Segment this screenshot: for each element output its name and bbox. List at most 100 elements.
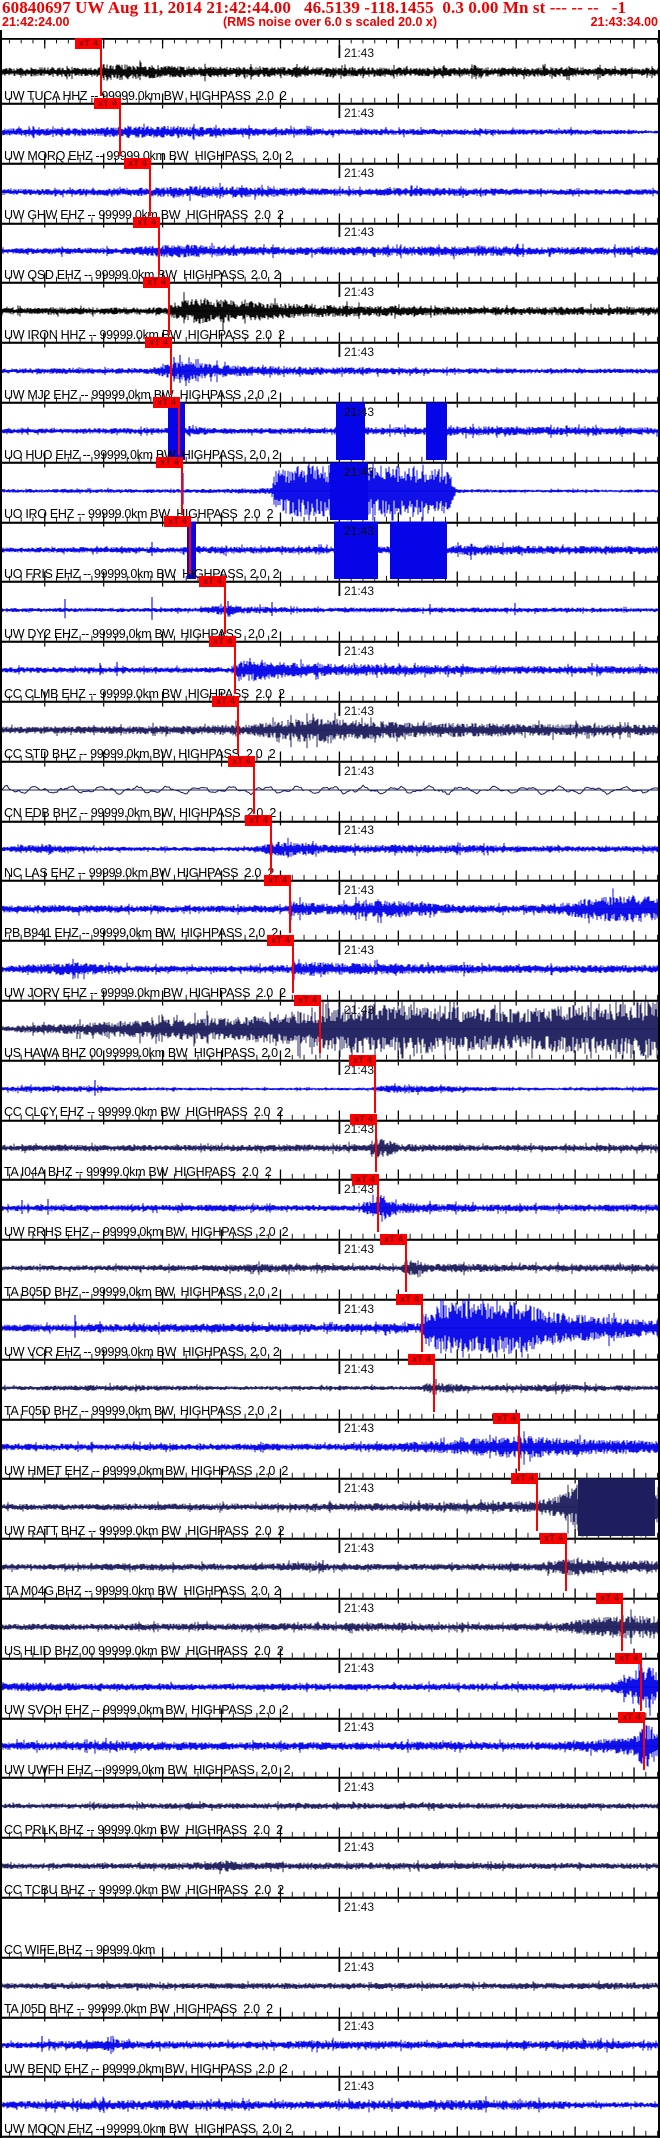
- pick-flag[interactable]: xT 4: [408, 1353, 435, 1365]
- trace-label: UW HMET EHZ -- 99999.0km BW HIGHPASS 2.0…: [4, 1464, 289, 1479]
- pick-flag[interactable]: xT 4: [199, 576, 226, 588]
- trace-label: US HLID BHZ 00 99999.0km BW HIGHPASS 2.0…: [4, 1643, 284, 1658]
- trace-panel[interactable]: 21:43 xT 4 CN EDB BHZ -- 99999.0km BW HIGH…: [0, 755, 660, 823]
- minute-tick-label: 21:43: [344, 2019, 375, 2034]
- trace-panel[interactable]: 21:43 xT 4 UW DY2 EHZ -- 99999.0km BW HIGH…: [0, 576, 660, 643]
- trace-panel[interactable]: 21:43 CC TCBU BHZ -- 99999.0km BW HIGHPAS…: [0, 1839, 660, 1899]
- left-frame: [0, 30, 2, 2138]
- trace-panel[interactable]: 21:43 xT 4 UW MORQ EHZ -- 99999.0km BW HIG…: [0, 97, 660, 165]
- trace-label: CC CLCY EHZ -- 99999.0km BW HIGHPASS 2.0…: [4, 1105, 284, 1120]
- trace-area: 21:43 xT 4 UW TUCA HHZ -- 99999.0km BW HIG…: [0, 0, 660, 2138]
- trace-panel[interactable]: 21:43 xT 4 US HAWA BHZ 00 99999.0km BW HIG…: [0, 994, 660, 1062]
- pick-flag[interactable]: xT 4: [94, 97, 121, 109]
- pick-flag[interactable]: xT 4: [264, 875, 291, 887]
- trace-panel[interactable]: 21:43 xT 4 CC STD BHZ -- 99999.0km BW HIGH…: [0, 695, 660, 763]
- pick-time-line: [421, 1304, 423, 1352]
- trace-panel[interactable]: 21:43 xT 4 UW VCR EHZ -- 99999.0km BW HIGH…: [0, 1293, 660, 1361]
- trace-label: TA M04G BHZ -- 99999.0km BW HIGHPASS 2.0…: [4, 1583, 281, 1598]
- pick-flag[interactable]: xT 4: [267, 935, 294, 946]
- pick-time-line: [536, 1484, 538, 1532]
- pick-flag[interactable]: xT 4: [615, 1652, 642, 1664]
- trace-panel[interactable]: 21:43 UW MOQN EHZ -- 99999.0km BW HIGHPAS…: [0, 2078, 660, 2138]
- pick-flag[interactable]: xT 4: [133, 217, 160, 229]
- pick-flag[interactable]: xT 4: [352, 1174, 379, 1186]
- minute-tick-label: 21:43: [344, 1600, 375, 1615]
- pick-flag[interactable]: xT 4: [540, 1533, 567, 1544]
- trace-panel[interactable]: 21:43 xT 4 UO IRO EHZ -- 99999.0km BW HIGH…: [0, 456, 660, 524]
- pick-flag[interactable]: xT 4: [618, 1712, 645, 1724]
- minute-tick-label: 21:43: [344, 1242, 375, 1256]
- trace-label: UW SVOH EHZ -- 99999.0km BW HIGHPASS 2.0…: [4, 1703, 289, 1718]
- trace-panel[interactable]: 21:43 CC WIFE BHZ -- 99999.0km: [0, 1898, 660, 1959]
- pick-flag[interactable]: xT 4: [164, 516, 191, 528]
- pick-time-line: [234, 647, 236, 694]
- pick-flag[interactable]: xT 4: [396, 1293, 423, 1305]
- minute-tick-label: 21:43: [344, 1481, 375, 1496]
- pick-flag[interactable]: xT 4: [228, 755, 255, 767]
- pick-flag[interactable]: xT 4: [212, 695, 239, 707]
- minute-tick-label: 21:43: [344, 225, 375, 240]
- pick-flag[interactable]: xT 4: [245, 815, 272, 827]
- trace-panel[interactable]: 21:43 xT 4 PB B941 EHZ -- 99999.0km BW HIG…: [0, 875, 660, 942]
- pick-flag[interactable]: xT 4: [143, 277, 170, 289]
- minute-tick-label: 21:43: [344, 703, 375, 718]
- trace-panel[interactable]: 21:43 xT 4 UO HUO EHZ -- 99999.0km BW HIGH…: [0, 396, 660, 464]
- pick-flag[interactable]: xT 4: [596, 1592, 623, 1604]
- minute-tick-label: 21:43: [344, 883, 375, 898]
- trace-panel[interactable]: 21:43 xT 4 UW HMET EHZ -- 99999.0km BW HIG…: [0, 1413, 660, 1481]
- trace-panel[interactable]: 21:43 xT 4 UW GHW EHZ -- 99999.0km BW HIGH…: [0, 157, 660, 225]
- trace-panel[interactable]: 21:43 xT 4 UW JORV EHZ -- 99999.0km BW HIG…: [0, 935, 660, 1002]
- minute-tick-label: 21:43: [344, 644, 375, 658]
- pick-time-line: [253, 766, 255, 814]
- pick-flag[interactable]: xT 4: [380, 1234, 407, 1245]
- trace-panel[interactable]: 21:43 CC PRLK BHZ -- 99999.0km BW HIGHPAS…: [0, 1779, 660, 1839]
- trace-panel[interactable]: 21:43 xT 4 TA F05D BHZ -- 99999.0km BW HIG…: [0, 1353, 660, 1421]
- pick-time-line: [640, 1663, 642, 1711]
- pick-flag[interactable]: xT 4: [124, 157, 151, 169]
- minute-tick-label: 21:43: [344, 464, 375, 479]
- trace-panel[interactable]: 21:43 xT 4 UW IRON HHZ -- 99999.0km BW HIG…: [0, 277, 660, 344]
- minute-tick-label: 21:43: [344, 943, 375, 957]
- trace-panel[interactable]: 21:43 xT 4 UW SVOH EHZ -- 99999.0km BW HIG…: [0, 1652, 660, 1720]
- trace-panel[interactable]: 21:43 UW BEND EHZ -- 99999.0km BW HIGHPAS…: [0, 2018, 660, 2079]
- pick-flag[interactable]: xT 4: [156, 456, 183, 468]
- trace-panel[interactable]: 21:43 xT 4 UO FRIS EHZ -- 99999.0km BW HIG…: [0, 516, 660, 584]
- pick-time-line: [289, 886, 291, 934]
- pick-time-line: [237, 706, 239, 754]
- trace-panel[interactable]: 21:43 TA I05D BHZ -- 99999.0km BW HIGHPAS…: [0, 1958, 660, 2019]
- trace-panel[interactable]: 21:43 xT 4 TA M04G BHZ -- 99999.0km BW HIG…: [0, 1533, 660, 1600]
- pick-flag[interactable]: xT 4: [350, 1114, 377, 1126]
- trace-panel[interactable]: 21:43 xT 4 NC LAS EHZ -- 99999.0km BW HIGH…: [0, 815, 660, 883]
- minute-tick-label: 21:43: [344, 1660, 375, 1675]
- trace-label: CN EDB BHZ -- 99999.0km BW HIGHPASS 2.0 …: [4, 806, 277, 821]
- trace-label: PB B941 EHZ -- 99999.0km BW HIGHPASS 2.0…: [4, 925, 278, 940]
- trace-panel[interactable]: 21:43 xT 4 UW QSD EHZ -- 99999.0km BW HIGH…: [0, 217, 660, 285]
- pick-flag[interactable]: xT 4: [294, 994, 321, 1006]
- trace-panel[interactable]: 21:43 xT 4 UW RATT BHZ -- 99999.0km BW HIG…: [0, 1473, 660, 1540]
- trace-panel[interactable]: 21:43 xT 4 CC CLMB EHZ -- 99999.0km BW HIG…: [0, 636, 660, 703]
- trace-panel[interactable]: 21:43 xT 4 TA I04A BHZ -- 99999.0km BW HIG…: [0, 1114, 660, 1182]
- trace-panel[interactable]: 21:43 xT 4 UW RRHS EHZ -- 99999.0km BW HIG…: [0, 1174, 660, 1241]
- trace-panel[interactable]: 21:43 xT 4 UW TUCA HHZ -- 99999.0km BW HIG…: [0, 38, 660, 105]
- pick-time-line: [178, 407, 180, 455]
- pick-flag[interactable]: xT 4: [153, 396, 180, 408]
- pick-time-line: [158, 228, 160, 276]
- minute-tick-label: 21:43: [344, 1002, 375, 1017]
- pick-time-line: [319, 1005, 321, 1053]
- pick-time-line: [189, 527, 191, 575]
- trace-panel[interactable]: 21:43 xT 4 CC CLCY EHZ -- 99999.0km BW HIG…: [0, 1054, 660, 1122]
- trace-panel[interactable]: 21:43 xT 4 TA B05D BHZ -- 99999.0km BW HIG…: [0, 1234, 660, 1301]
- pick-flag[interactable]: xT 4: [511, 1473, 538, 1485]
- trace-label: UO HUO EHZ -- 99999.0km BW HIGHPASS 2.0 …: [4, 447, 279, 462]
- trace-panel[interactable]: 21:43 xT 4 US HLID BHZ 00 99999.0km BW HIG…: [0, 1592, 660, 1660]
- pick-flag[interactable]: xT 4: [349, 1054, 376, 1066]
- minute-tick-label: 21:43: [344, 763, 375, 778]
- pick-flag[interactable]: xT 4: [145, 337, 172, 348]
- pick-flag[interactable]: xT 4: [209, 636, 236, 647]
- trace-panel[interactable]: 21:43 xT 4 UW UWFH EHZ -- 99999.0km BW HIG…: [0, 1712, 660, 1780]
- trace-panel[interactable]: 21:43 xT 4 UW MJ2 EHZ -- 99999.0km BW HIGH…: [0, 337, 660, 404]
- trace-label: UW BEND EHZ -- 99999.0km BW HIGHPASS 2.0…: [4, 2062, 288, 2077]
- minute-tick-label: 21:43: [344, 105, 375, 120]
- pick-flag[interactable]: xT 4: [493, 1413, 520, 1425]
- pick-flag[interactable]: xT 4: [75, 38, 102, 49]
